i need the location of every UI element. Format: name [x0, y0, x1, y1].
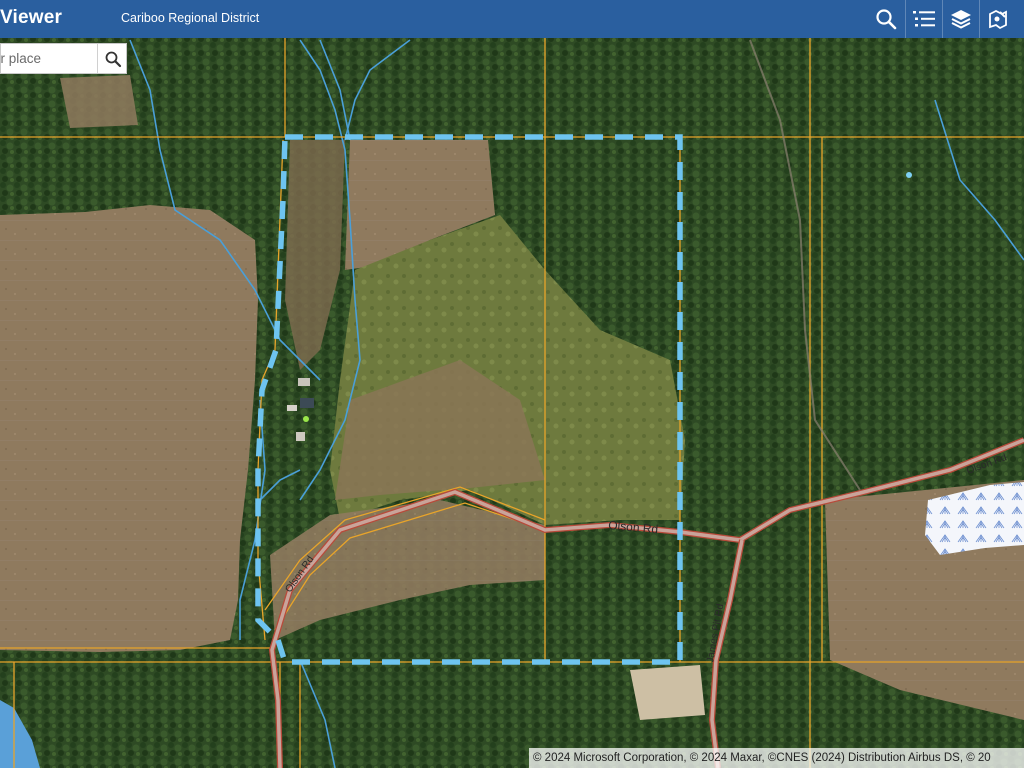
layer-list-button[interactable] [905, 0, 942, 38]
clearing-south [630, 665, 705, 720]
search-input[interactable] [1, 44, 96, 73]
search-submit-button[interactable] [97, 44, 128, 73]
map-view[interactable]: Olson Rd Olson Rd Olson Rd James Pit Rd [0, 38, 1024, 768]
app-header: Viewer Cariboo Regional District [0, 0, 1024, 38]
search-icon [876, 9, 897, 30]
organization-name: Cariboo Regional District [121, 11, 260, 25]
map-tools-button[interactable] [979, 0, 1016, 38]
point-feature[interactable] [906, 172, 912, 178]
layer-list-icon [913, 11, 935, 27]
map-attribution: © 2024 Microsoft Corporation, © 2024 Max… [529, 748, 1024, 768]
map-tools-icon [989, 9, 1007, 30]
location-marker[interactable] [303, 416, 309, 422]
app-title: Viewer [0, 7, 63, 28]
field-west [0, 205, 258, 652]
search-tool-button[interactable] [868, 0, 904, 38]
field-northwest [60, 75, 138, 128]
basemap-layers-button[interactable] [942, 0, 979, 38]
basemap-layers-icon [951, 10, 971, 29]
search-widget [0, 43, 127, 74]
search-icon [105, 51, 122, 67]
